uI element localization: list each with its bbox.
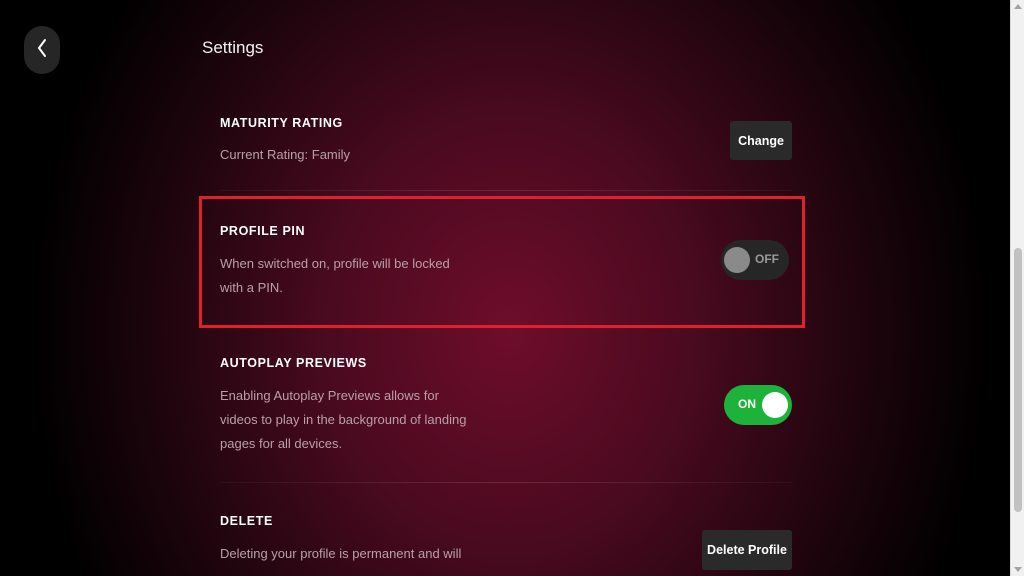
maturity-rating-description: Current Rating: Family [220, 147, 351, 162]
page-title: Settings [202, 38, 264, 57]
highlight-box [199, 196, 805, 328]
autoplay-previews-description: Enabling Autoplay Previews allows for vi… [220, 384, 490, 456]
toggle-state-label: ON [738, 397, 756, 411]
delete-description-line: Deleting your profile is permanent and w… [220, 546, 462, 561]
autoplay-description-line: videos to play in the background of land… [220, 412, 467, 427]
scroll-up-arrow-icon[interactable] [1014, 4, 1022, 9]
scrollbar[interactable] [1010, 0, 1024, 576]
toggle-knob [762, 392, 788, 418]
maturity-rating-title: MATURITY RATING [220, 116, 343, 130]
autoplay-previews-section: AUTOPLAY PREVIEWS Enabling Autoplay Prev… [220, 356, 800, 456]
autoplay-previews-title: AUTOPLAY PREVIEWS [220, 356, 367, 370]
autoplay-description-line: Enabling Autoplay Previews allows for [220, 388, 439, 403]
delete-profile-button[interactable]: Delete Profile [702, 530, 792, 570]
chevron-left-icon [35, 37, 49, 64]
maturity-rating-section: MATURITY RATING Current Rating: Family [220, 116, 800, 167]
settings-page: Settings MATURITY RATING Current Rating:… [0, 0, 1010, 576]
change-rating-button[interactable]: Change [730, 121, 792, 160]
autoplay-description-line: pages for all devices. [220, 436, 343, 451]
back-button[interactable] [24, 26, 60, 74]
delete-title: DELETE [220, 514, 273, 528]
scroll-down-arrow-icon[interactable] [1014, 567, 1022, 572]
delete-description: Deleting your profile is permanent and w… [220, 542, 490, 566]
divider [220, 190, 792, 191]
divider [220, 482, 792, 483]
scrollbar-thumb[interactable] [1014, 248, 1022, 512]
autoplay-previews-toggle[interactable]: ON [724, 385, 792, 425]
